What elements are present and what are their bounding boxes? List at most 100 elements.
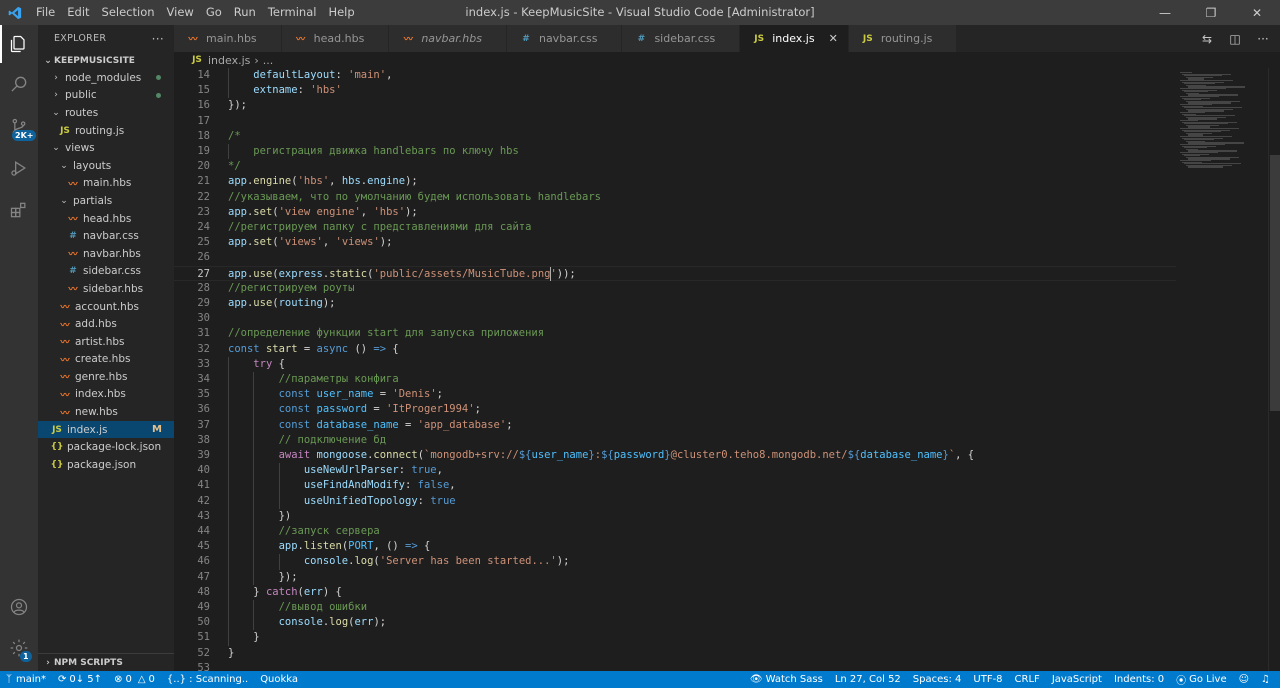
menu-run[interactable]: Run xyxy=(228,0,262,25)
menu-go[interactable]: Go xyxy=(200,0,228,25)
scanning-status[interactable]: {..} : Scanning.. xyxy=(161,671,254,688)
menu-file[interactable]: File xyxy=(30,0,61,25)
code-token: , { xyxy=(955,449,975,461)
go-live-button[interactable]: ⦿ Go Live xyxy=(1170,671,1232,688)
tree-file-create-hbs[interactable]: 〰 create.hbs xyxy=(38,351,174,369)
scrollbar-thumb[interactable] xyxy=(1270,155,1280,411)
tree-file-package-json[interactable]: {} package.json xyxy=(38,456,174,474)
tree-file-add-hbs[interactable]: 〰 add.hbs xyxy=(38,315,174,333)
code-text: extname: 'hbs' xyxy=(228,83,342,98)
menu-view[interactable]: View xyxy=(161,0,200,25)
tree-file-routing-js[interactable]: JS routing.js xyxy=(38,122,174,140)
js-file-icon: JS xyxy=(862,33,873,44)
explorer-icon[interactable] xyxy=(0,25,38,63)
tree-folder-partials[interactable]: ⌄ partials xyxy=(38,192,174,210)
code-token: await xyxy=(278,449,317,461)
tree-file-genre-hbs[interactable]: 〰 genre.hbs xyxy=(38,368,174,386)
tab-index-js[interactable]: JS index.js ✕ xyxy=(740,25,849,52)
indent-guide xyxy=(253,448,255,464)
workspace-folder[interactable]: ⌄ KEEPMUSICSITE xyxy=(38,52,174,69)
quokka-status[interactable]: Quokka xyxy=(254,671,304,688)
line-number: 41 xyxy=(197,479,210,492)
language-mode[interactable]: JavaScript xyxy=(1046,671,1108,688)
accounts-icon[interactable] xyxy=(0,588,38,626)
code-line: 18 /* xyxy=(174,129,1270,144)
tab-navbar-hbs[interactable]: 〰 navbar.hbs xyxy=(389,25,507,52)
open-changes-icon[interactable]: ⇆ xyxy=(1200,32,1214,46)
indent-guide xyxy=(228,387,229,403)
explorer-more-actions-button[interactable]: ··· xyxy=(152,32,164,46)
cursor-position[interactable]: Ln 27, Col 52 xyxy=(829,671,907,688)
breadcrumb-symbol[interactable]: ... xyxy=(263,54,274,67)
line-number: 44 xyxy=(197,525,210,537)
code-token: , xyxy=(386,69,393,81)
breadcrumb-file[interactable]: index.js xyxy=(208,54,250,67)
branch-status[interactable]: ᛉ main* xyxy=(0,671,52,688)
tree-file-main-hbs[interactable]: 〰 main.hbs xyxy=(38,175,174,193)
tree-folder-public[interactable]: › public xyxy=(38,87,174,105)
npm-scripts-section[interactable]: › NPM SCRIPTS xyxy=(38,653,174,671)
feedback-icon[interactable]: ☺ xyxy=(1233,671,1255,688)
tree-folder-views[interactable]: ⌄ views xyxy=(38,139,174,157)
tab-routing-js[interactable]: JS routing.js xyxy=(848,25,958,52)
menu-selection[interactable]: Selection xyxy=(96,0,161,25)
watch-sass-status[interactable]: 👁 Watch Sass xyxy=(744,671,829,688)
tab-navbar-css[interactable]: # navbar.css xyxy=(506,25,623,52)
indents-status[interactable]: Indents: 0 xyxy=(1108,671,1170,688)
css-file-icon: # xyxy=(637,33,646,44)
tree-file-new-hbs[interactable]: 〰 new.hbs xyxy=(38,403,174,421)
code-token: // подключение бд xyxy=(278,433,387,446)
tree-file-sidebar-css[interactable]: # sidebar.css xyxy=(38,263,174,281)
tab-sidebar-css[interactable]: # sidebar.css xyxy=(622,25,741,52)
line-number: 49 xyxy=(197,601,210,613)
indent-guide xyxy=(253,478,255,494)
indentation-status[interactable]: Spaces: 4 xyxy=(907,671,968,688)
split-editor-icon[interactable]: ◫ xyxy=(1228,32,1242,46)
eol-status[interactable]: CRLF xyxy=(1009,671,1046,688)
source-control-icon[interactable]: 2K+ xyxy=(0,108,38,146)
notifications-bell-icon[interactable]: ♫ xyxy=(1255,671,1276,688)
handlebars-file-icon: 〰 xyxy=(60,373,70,384)
minimize-button[interactable]: — xyxy=(1142,0,1188,25)
code-text: //определение функции start для запуска … xyxy=(228,326,544,341)
editor-scrollbar[interactable] xyxy=(1268,68,1280,671)
tree-file-sidebar-hbs[interactable]: 〰 sidebar.hbs xyxy=(38,280,174,298)
more-actions-icon[interactable]: ··· xyxy=(1256,32,1270,46)
menu-terminal[interactable]: Terminal xyxy=(262,0,323,25)
search-icon[interactable] xyxy=(0,65,38,103)
tree-file-account-hbs[interactable]: 〰 account.hbs xyxy=(38,298,174,316)
tree-file-head-hbs[interactable]: 〰 head.hbs xyxy=(38,210,174,228)
code-text: const start = async () => { xyxy=(228,342,399,357)
encoding-status[interactable]: UTF-8 xyxy=(967,671,1008,688)
extensions-icon[interactable] xyxy=(0,191,38,229)
tree-file-index-js[interactable]: JS index.js M xyxy=(38,420,174,439)
tree-file-navbar-hbs[interactable]: 〰 navbar.hbs xyxy=(38,245,174,263)
tab-head-hbs[interactable]: 〰 head.hbs xyxy=(281,25,390,52)
tree-file-package-lock-json[interactable]: {} package-lock.json xyxy=(38,438,174,456)
run-debug-icon[interactable] xyxy=(0,149,38,187)
tree-file-artist-hbs[interactable]: 〰 artist.hbs xyxy=(38,333,174,351)
code-token: app xyxy=(228,236,247,249)
close-tab-icon[interactable]: ✕ xyxy=(829,32,838,45)
code-text: useNewUrlParser: true, xyxy=(228,463,443,478)
maximize-button[interactable]: ❐ xyxy=(1188,0,1234,25)
code-editor[interactable]: 14 defaultLayout: 'main', 15 extname: 'hb… xyxy=(174,68,1270,671)
tree-item-label: account.hbs xyxy=(75,300,139,313)
close-window-button[interactable]: ✕ xyxy=(1234,0,1280,25)
indent-guide xyxy=(228,463,229,479)
tree-file-index-hbs[interactable]: 〰 index.hbs xyxy=(38,386,174,404)
code-token: 'hbs' xyxy=(373,205,406,218)
tree-file-navbar-css[interactable]: # navbar.css xyxy=(38,227,174,245)
tree-folder-layouts[interactable]: ⌄ layouts xyxy=(38,157,174,175)
indent-guide xyxy=(253,432,255,448)
minimap[interactable] xyxy=(1176,68,1270,671)
menu-edit[interactable]: Edit xyxy=(61,0,95,25)
tree-folder-routes[interactable]: ⌄ routes xyxy=(38,104,174,122)
line-number: 46 xyxy=(197,555,210,568)
menu-help[interactable]: Help xyxy=(322,0,360,25)
tab-main-hbs[interactable]: 〰 main.hbs xyxy=(174,25,282,52)
problems-status[interactable]: ⊗ 0 △ 0 xyxy=(108,671,161,688)
sync-status[interactable]: ⟳ 0↓ 5↑ xyxy=(52,671,108,688)
settings-gear-icon[interactable]: 1 xyxy=(0,629,38,667)
tree-folder-node-modules[interactable]: › node_modules xyxy=(38,69,174,87)
